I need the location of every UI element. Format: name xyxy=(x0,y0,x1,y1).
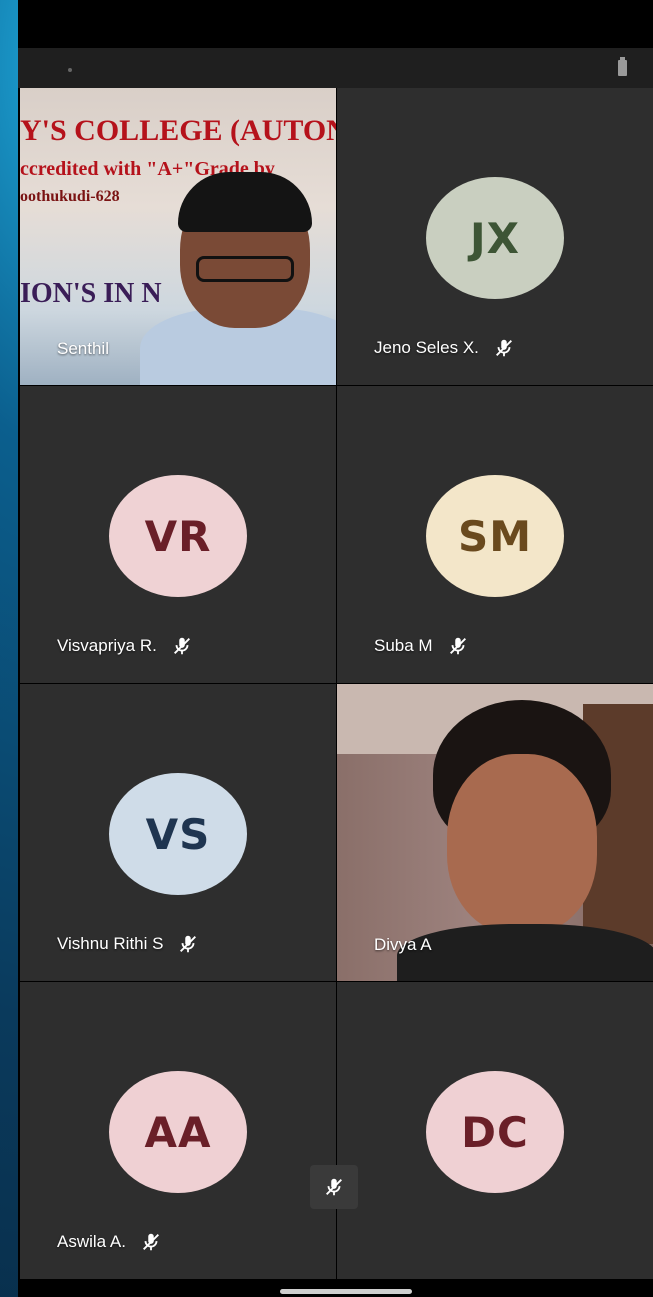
avatar-initials: AA xyxy=(144,1107,212,1157)
participant-tile-jeno[interactable]: JX Jeno Seles X. xyxy=(337,88,653,385)
mic-off-icon xyxy=(180,935,197,953)
participant-tile-aswila[interactable]: AA Aswila A. xyxy=(20,982,336,1279)
mic-off-icon xyxy=(495,339,512,357)
participant-tile-dc[interactable]: DC xyxy=(337,982,653,1279)
avatar-initials: DC xyxy=(461,1107,529,1157)
participant-name-label: Suba M xyxy=(374,636,433,655)
home-indicator[interactable] xyxy=(280,1289,412,1294)
participant-name: Divya A xyxy=(374,935,432,955)
participant-name-label: Senthil xyxy=(57,339,109,358)
participant-name: Suba M xyxy=(374,635,469,657)
participant-name-label: Divya A xyxy=(374,935,432,954)
participant-name: Jeno Seles X. xyxy=(374,337,515,359)
avatar-initials: SM xyxy=(457,511,533,561)
participant-name-label: Visvapriya R. xyxy=(57,636,157,655)
person-body xyxy=(397,924,653,981)
avatar-initials: VR xyxy=(144,511,212,561)
participant-tile-senthil[interactable]: Y'S COLLEGE (AUTON ccredited with "A+"Gr… xyxy=(20,88,336,385)
participant-tile-visvapriya[interactable]: VR Visvapriya R. xyxy=(20,386,336,683)
mic-off-icon xyxy=(326,1178,342,1196)
avatar: DC xyxy=(426,1071,564,1193)
avatar: VR xyxy=(109,475,247,597)
avatar: VS xyxy=(109,773,247,895)
participant-name-label: Vishnu Rithi S xyxy=(57,934,164,953)
avatar-initials: JX xyxy=(469,213,520,263)
mic-off-icon xyxy=(143,1233,159,1251)
battery-icon xyxy=(618,57,627,76)
participant-name: Senthil xyxy=(57,339,109,359)
person-glasses xyxy=(196,256,294,282)
banner-text: ION'S IN N xyxy=(20,278,162,309)
participant-tile-suba[interactable]: SM Suba M xyxy=(337,386,653,683)
participant-name: Vishnu Rithi S xyxy=(57,933,199,955)
participant-name-label: Aswila A. xyxy=(57,1232,126,1251)
participant-tile-vishnu[interactable]: VS Vishnu Rithi S xyxy=(20,684,336,981)
mute-toggle-button[interactable] xyxy=(310,1165,358,1209)
phone-screen: Y'S COLLEGE (AUTON ccredited with "A+"Gr… xyxy=(18,0,653,1297)
banner-text: Y'S COLLEGE (AUTON xyxy=(20,114,336,147)
person-hair xyxy=(178,172,312,232)
avatar-initials: VS xyxy=(145,809,211,859)
avatar: SM xyxy=(426,475,564,597)
avatar: JX xyxy=(426,177,564,299)
mic-off-icon xyxy=(173,637,190,655)
participant-name-label: Jeno Seles X. xyxy=(374,338,479,357)
person-face xyxy=(447,754,597,934)
status-dot xyxy=(68,68,72,72)
participant-name: Aswila A. xyxy=(57,1231,162,1253)
avatar: AA xyxy=(109,1071,247,1193)
participant-tile-divya[interactable]: Divya A xyxy=(337,684,653,981)
mic-off-icon xyxy=(449,637,466,655)
participant-name: Visvapriya R. xyxy=(57,635,193,657)
banner-text: oothukudi-628 xyxy=(20,188,120,205)
status-bar xyxy=(18,48,653,88)
